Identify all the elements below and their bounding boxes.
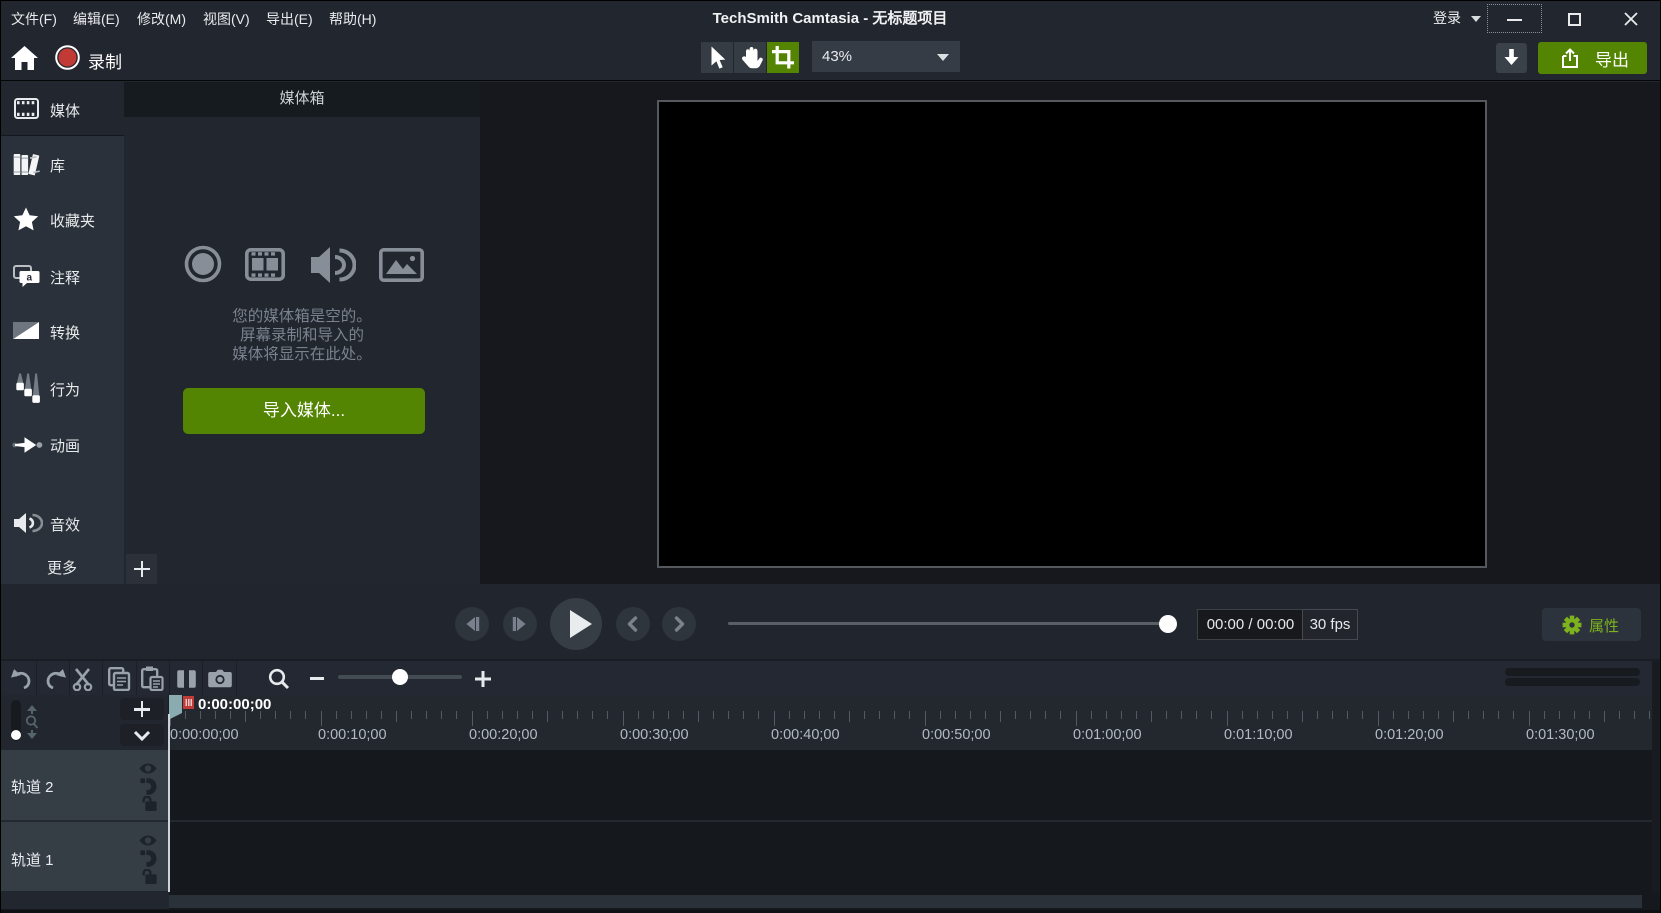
svg-text:a: a bbox=[27, 273, 33, 284]
